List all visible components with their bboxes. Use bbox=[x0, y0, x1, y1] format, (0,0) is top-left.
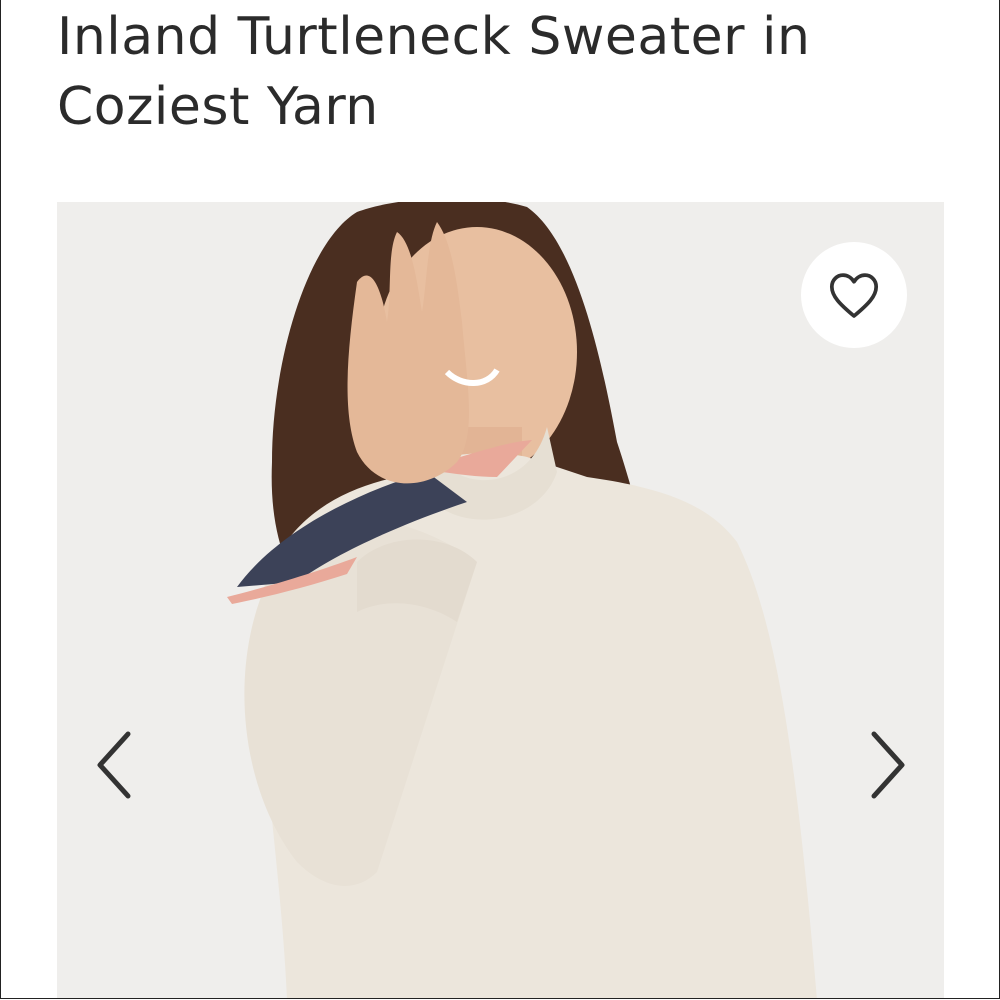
next-image-button[interactable] bbox=[863, 730, 913, 800]
chevron-right-icon bbox=[871, 731, 905, 799]
product-image-gallery[interactable] bbox=[57, 202, 944, 998]
product-page: Inland Turtleneck Sweater in Coziest Yar… bbox=[0, 0, 1000, 999]
chevron-left-icon bbox=[97, 731, 131, 799]
heart-outline-icon bbox=[829, 273, 879, 318]
previous-image-button[interactable] bbox=[89, 730, 139, 800]
product-title: Inland Turtleneck Sweater in Coziest Yar… bbox=[57, 7, 811, 137]
favorite-button[interactable] bbox=[801, 242, 907, 348]
